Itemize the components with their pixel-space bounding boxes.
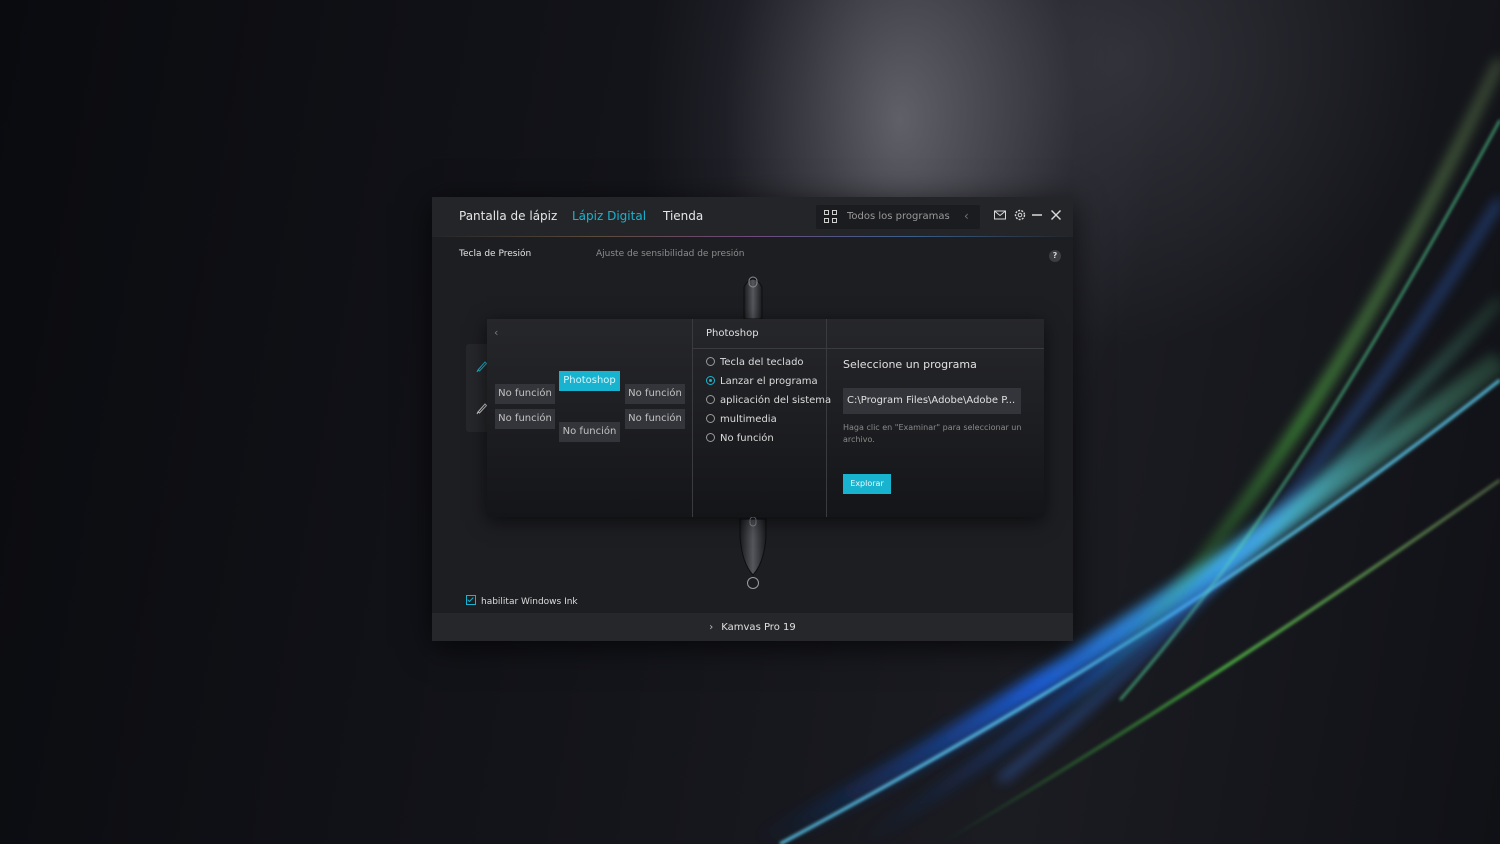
option-system-app[interactable]: aplicación del sistema	[706, 395, 831, 406]
chevron-right-icon: ›	[709, 622, 714, 633]
tab-tienda[interactable]: Tienda	[663, 209, 703, 223]
option-launch-program[interactable]: Lanzar el programa	[706, 376, 818, 387]
close-icon[interactable]	[1049, 208, 1063, 222]
checkbox-checked-icon	[466, 595, 476, 605]
radio-icon	[706, 414, 715, 423]
program-selector-label: Todos los programas	[847, 211, 950, 222]
radio-icon	[706, 357, 715, 366]
select-program-title: Seleccione un programa	[843, 358, 977, 371]
chevron-left-icon[interactable]: ‹	[494, 326, 498, 339]
tab-lapiz-digital[interactable]: Lápiz Digital	[572, 209, 646, 223]
windows-ink-checkbox[interactable]: habilitar Windows Ink	[466, 595, 578, 607]
grid-icon	[824, 210, 838, 224]
minimize-icon[interactable]	[1030, 208, 1044, 222]
help-icon[interactable]: ?	[1049, 250, 1061, 262]
popup-title: Photoshop	[706, 328, 759, 339]
button-assignment-popup: ‹ Photoshop No función No función No fun…	[487, 319, 1044, 517]
pen-button-slot-1[interactable]: No función	[495, 384, 555, 404]
program-path-field[interactable]: C:\Program Files\Adobe\Adobe P...	[843, 388, 1021, 414]
option-multimedia[interactable]: multimedia	[706, 414, 777, 425]
explore-button[interactable]: Explorar	[843, 474, 891, 494]
pressure-sensitivity-link[interactable]: Ajuste de sensibilidad de presión	[596, 249, 745, 259]
pen-button-slot-2[interactable]: No función	[625, 384, 685, 404]
gear-icon[interactable]	[1013, 208, 1027, 222]
tab-pantalla-de-lapiz[interactable]: Pantalla de lápiz	[459, 209, 557, 223]
pen-button-slot-3[interactable]: No función	[495, 409, 555, 429]
pen-button-slot-5[interactable]: No función	[559, 422, 620, 442]
device-footer: › Kamvas Pro 19	[432, 613, 1073, 641]
pen-button-slot-4[interactable]: No función	[625, 409, 685, 429]
pen-button-photoshop[interactable]: Photoshop	[559, 371, 620, 391]
device-selector[interactable]: › Kamvas Pro 19	[432, 622, 1073, 633]
app-window: Pantalla de lápiz Lápiz Digital Tienda T…	[432, 197, 1073, 641]
mail-icon[interactable]	[993, 208, 1007, 222]
browse-hint: Haga clic en "Examinar" para seleccionar…	[843, 423, 1022, 444]
chevron-left-icon[interactable]: ‹	[964, 209, 969, 223]
pressure-key-heading: Tecla de Presión	[459, 249, 532, 259]
option-no-function[interactable]: No función	[706, 433, 774, 444]
radio-icon	[706, 395, 715, 404]
program-select-panel: Seleccione un programa C:\Program Files\…	[827, 319, 1044, 517]
radio-selected-icon	[706, 376, 715, 385]
radio-icon	[706, 433, 715, 442]
option-keyboard-key[interactable]: Tecla del teclado	[706, 357, 804, 368]
pen-buttons-panel: ‹ Photoshop No función No función No fun…	[487, 319, 693, 517]
title-bar: Pantalla de lápiz Lápiz Digital Tienda T…	[432, 197, 1073, 237]
program-selector[interactable]: Todos los programas ‹	[816, 205, 980, 229]
title-accent-line	[432, 236, 1073, 237]
